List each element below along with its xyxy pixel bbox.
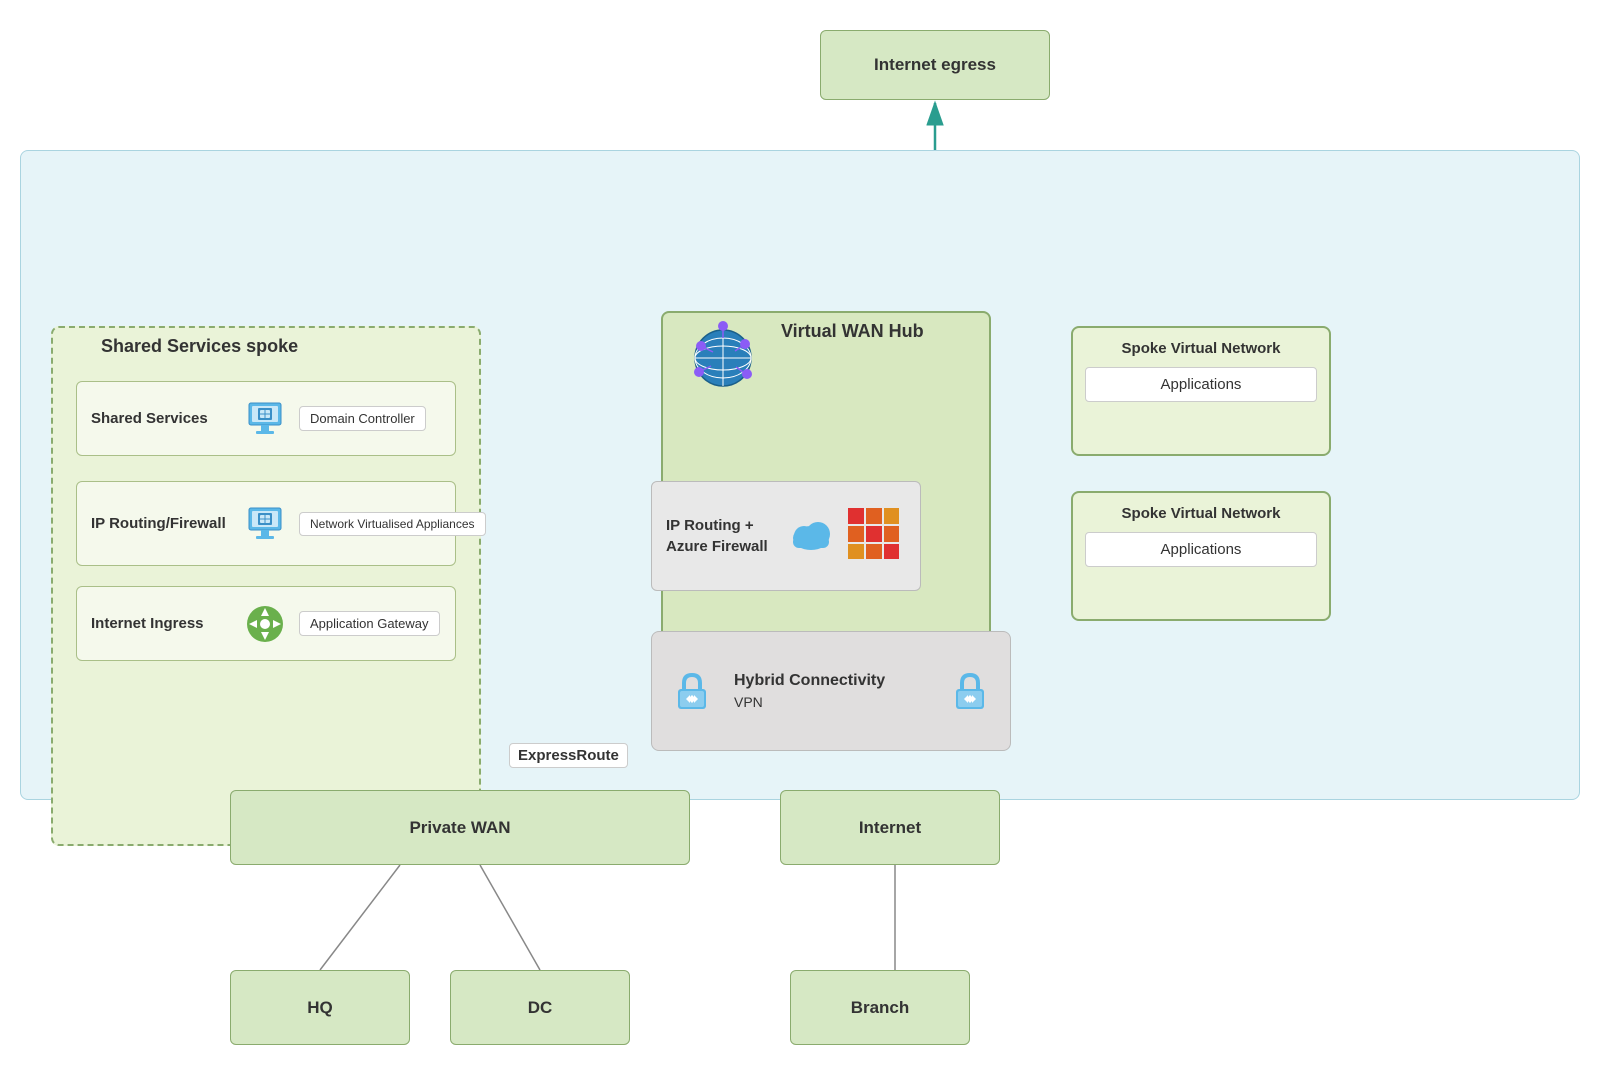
ip-routing-azure-label: IP Routing +Azure Firewall [666,515,777,557]
branch-label: Branch [851,998,910,1018]
private-wan-box: Private WAN [230,790,690,865]
dc-box: DC [450,970,630,1045]
ip-routing-azure-box: IP Routing +Azure Firewall [651,481,921,591]
network-appliance-icon [241,500,289,548]
hybrid-connectivity-label: Hybrid Connectivity [734,672,936,690]
hybrid-connectivity-box: Hybrid Connectivity VPN [651,631,1011,751]
spoke-vnet-1: Spoke Virtual Network Applications [1071,326,1331,456]
spoke-vnet-2-inner: Applications [1085,532,1317,567]
internet-egress-label: Internet egress [874,55,996,75]
computer-icon [241,395,289,443]
expressroute-label: ExpressRoute [509,743,628,768]
cloud-icon [789,516,834,556]
spoke-vnet-2: Spoke Virtual Network Applications [1071,491,1331,621]
shared-services-row: Shared Services [76,381,456,456]
shared-services-label: Shared Services [91,410,231,427]
globe-icon [681,316,766,401]
diagram-container: Internet egress Shared Services spoke Sh… [0,0,1600,1084]
internet-ingress-row: Internet Ingress Application Gateway [76,586,456,661]
main-azure-area: Shared Services spoke Shared Services [20,150,1580,800]
spoke-vnet-1-inner: Applications [1085,367,1317,402]
internet-ingress-label: Internet Ingress [91,615,231,632]
hq-box: HQ [230,970,410,1045]
domain-controller-tag: Domain Controller [299,406,426,431]
app-gateway-tag: Application Gateway [299,611,440,636]
dc-label: DC [528,998,553,1018]
private-wan-label: Private WAN [409,818,510,838]
hybrid-vpn-label: VPN [734,694,936,710]
firewall-icon [846,506,906,566]
shared-services-spoke-title: Shared Services spoke [101,336,298,357]
ip-routing-label: IP Routing/Firewall [91,515,231,532]
vpn-lock-icon-right [946,667,994,715]
internet-box: Internet [780,790,1000,865]
nva-tag: Network Virtualised Appliances [299,512,486,536]
internet-egress-box: Internet egress [820,30,1050,100]
app-gateway-icon [241,600,289,648]
vpn-lock-icon-left [668,667,716,715]
branch-box: Branch [790,970,970,1045]
ip-routing-firewall-row: IP Routing/Firewall Network Virtualised … [76,481,456,566]
hq-label: HQ [307,998,333,1018]
internet-label: Internet [859,818,921,838]
vwan-hub-label: Virtual WAN Hub [781,321,924,342]
spoke-vnet-2-title: Spoke Virtual Network [1085,505,1317,522]
spoke-vnet-1-title: Spoke Virtual Network [1085,340,1317,357]
